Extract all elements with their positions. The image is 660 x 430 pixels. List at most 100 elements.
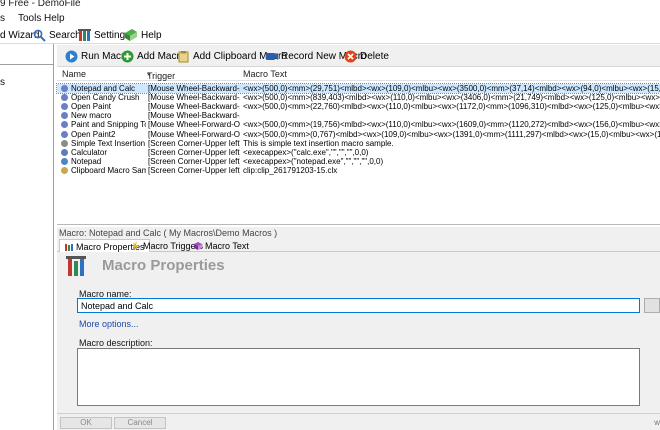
macro-name-field[interactable]: Notepad and Calc — [77, 298, 640, 313]
cell-macro-text: <wx>(500,0)<mm>(19,756)<mlbd><wx>(110,0)… — [243, 120, 660, 130]
cell-name: Open Paint2 — [71, 129, 116, 139]
watermark: w — [654, 418, 660, 427]
table-row[interactable]: Calculator [Screen Corner-Upper left] <exe… — [57, 148, 660, 157]
table-row[interactable]: Notepad [Screen Corner-Upper left] <execap… — [57, 157, 660, 166]
search-icon — [33, 29, 46, 42]
macro-name-side-button[interactable] — [644, 298, 660, 313]
delete-label: Delete — [360, 50, 389, 62]
table-row[interactable]: Clipboard Macro Sample[Screen Corner-Upp… — [57, 166, 660, 175]
cell-trigger: [Mouse Wheel-Backward-An... — [148, 93, 240, 103]
cell-trigger: [Screen Corner-Upper left] — [148, 156, 240, 166]
tree-item[interactable]: s — [0, 77, 5, 88]
table-row[interactable]: Simple Text Insertion [Screen Corner-Uppe… — [57, 139, 660, 148]
macro-icon — [61, 139, 68, 147]
table-row[interactable]: Open Candy Crush [Mouse Wheel-Backward-An… — [57, 93, 660, 102]
table-row[interactable]: Notepad and Calc [Mouse Wheel-Backward-An… — [56, 83, 660, 94]
tree-header-divider — [0, 64, 54, 65]
macro-icon — [61, 94, 68, 102]
cell-trigger: [Screen Corner-Upper left] — [148, 165, 240, 175]
properties-header: Macro Properties — [57, 252, 660, 280]
record-icon — [265, 50, 278, 63]
cell-macro-text: This is simple text insertion macro samp… — [243, 138, 394, 148]
cell-trigger: [Mouse Wheel-Backward-An... — [148, 102, 240, 112]
cell-trigger: [Mouse Wheel-Backward-An... — [148, 84, 240, 93]
macro-icon — [61, 157, 68, 165]
menu-item-help[interactable]: Help — [44, 13, 65, 24]
cell-name: Paint and Snipping Tool — [71, 120, 146, 130]
cell-name: Open Paint — [71, 102, 112, 112]
cell-name: Notepad and Calc — [71, 84, 136, 93]
macro-icon — [61, 130, 68, 138]
properties-body: Macro name: Notepad and Calc More option… — [57, 280, 660, 413]
footer-bar: OK Cancel w — [57, 413, 660, 430]
cell-name: Calculator — [71, 147, 108, 157]
settings-icon — [77, 28, 91, 42]
cell-macro-text: clip:clip_261791203-15.clx — [243, 165, 338, 175]
macro-icon — [61, 85, 68, 92]
cell-name: Simple Text Insertion — [71, 138, 146, 148]
macro-icon — [61, 148, 68, 156]
ok-button[interactable]: OK — [60, 417, 112, 429]
search-button[interactable]: Search — [33, 27, 81, 43]
menu-item-file[interactable]: s — [0, 13, 5, 24]
cancel-button[interactable]: Cancel — [114, 417, 166, 429]
more-options-link[interactable]: More options... — [79, 319, 139, 329]
macro-list[interactable]: Notepad and Calc [Mouse Wheel-Backward-An… — [56, 81, 660, 225]
table-row[interactable]: New macro [Mouse Wheel-Backward-An... — [57, 111, 660, 120]
properties-icon — [64, 242, 74, 252]
macro-description-label: Macro description: — [79, 338, 153, 348]
properties-large-icon — [65, 255, 87, 277]
delete-button[interactable]: Delete — [344, 48, 389, 64]
tab-macro-text-label: Macro Text — [205, 240, 249, 251]
cell-trigger: [Mouse Wheel-Forward-On T... — [148, 129, 240, 139]
cell-macro-text: <wx>(500,0)<mm>(29,751)<mlbd><wx>(109,0)… — [243, 84, 660, 93]
macro-description-field[interactable] — [77, 348, 640, 406]
table-row[interactable]: Paint and Snipping Tool[Mouse Wheel-Forw… — [57, 120, 660, 129]
macro-icon — [61, 166, 68, 174]
menu-bar: s Tools Help — [0, 12, 660, 26]
column-header-trigger-label: Trigger — [147, 71, 176, 81]
column-header-name[interactable]: Name — [62, 69, 86, 79]
properties-title: Macro Properties — [102, 257, 225, 274]
macro-icon — [61, 103, 68, 111]
add-icon — [121, 50, 134, 63]
cell-macro-text: <execappex>("notepad.exe","","","",0,0) — [243, 156, 384, 166]
help-button[interactable]: Help — [124, 27, 162, 43]
cell-trigger: [Screen Corner-Upper left] — [148, 138, 240, 148]
table-row[interactable]: Open Paint [Mouse Wheel-Backward-An...<wx… — [57, 102, 660, 111]
detail-tabs: Macro Properties Macro Triggers Macro Te… — [57, 239, 660, 253]
tab-macro-text[interactable]: Macro Text — [189, 239, 253, 252]
macro-icon — [61, 121, 68, 129]
cell-name: Notepad — [71, 156, 102, 166]
add-macro-button[interactable]: Add Macro — [121, 48, 185, 64]
cell-trigger: [Mouse Wheel-Forward-On T... — [148, 120, 240, 130]
macro-text-icon — [193, 241, 203, 251]
cell-name: New macro — [71, 111, 112, 121]
macro-icon — [61, 112, 68, 120]
cell-trigger: [Mouse Wheel-Backward-An... — [148, 111, 240, 121]
table-row[interactable]: Open Paint2 [Mouse Wheel-Forward-On T...<… — [57, 130, 660, 139]
clipboard-icon — [177, 50, 190, 63]
macro-caption: Macro: Notepad and Calc ( My Macros\Demo… — [57, 227, 660, 239]
cell-trigger: [Screen Corner-Upper left] — [148, 147, 240, 157]
triggers-icon — [131, 240, 141, 251]
search-button-label: Search — [49, 29, 81, 41]
cell-name: Clipboard Macro Sample — [71, 165, 146, 175]
cell-macro-text: <wx>(500,0)<mm>(22,760)<mlbd><wx>(110,0)… — [243, 102, 660, 112]
cell-name: Open Candy Crush — [71, 93, 140, 103]
delete-icon — [344, 50, 357, 63]
grid-header: Name * Trigger Macro Text — [57, 67, 660, 81]
macro-toolbar: Run Macro Add Macro Add Clipboard Macro … — [57, 45, 660, 67]
column-header-macro-text[interactable]: Macro Text — [243, 69, 287, 79]
cell-macro-text: <wx>(500,0)<mm>(839,403)<mlbd><wx>(110,0… — [243, 93, 660, 103]
menu-item-tools[interactable]: Tools — [18, 13, 41, 24]
help-book-icon — [124, 28, 138, 42]
window-title: 9 Free - DemoFile — [0, 0, 81, 9]
cell-macro-text: <wx>(500,0)<mm>(0,767)<mlbd><wx>(109,0)<… — [243, 129, 660, 139]
title-bar: 9 Free - DemoFile — [0, 0, 660, 12]
help-button-label: Help — [141, 29, 162, 41]
run-icon — [65, 50, 78, 63]
cell-macro-text: <execappex>("calc.exe","","","",0,0) — [243, 147, 369, 157]
settings-button[interactable]: Settings — [77, 27, 130, 43]
macro-tree-pane[interactable]: s — [0, 44, 54, 430]
